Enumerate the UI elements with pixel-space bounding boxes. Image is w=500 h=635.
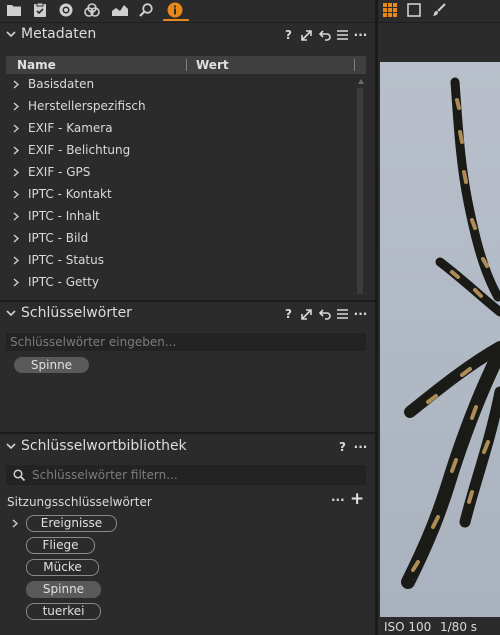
chevron-right-icon[interactable] <box>13 190 19 199</box>
viewer-toolbar <box>378 0 500 23</box>
metadata-row-label: EXIF - GPS <box>28 165 91 179</box>
metadata-row-iptc-bild[interactable]: IPTC - Bild <box>6 228 351 250</box>
clipboard-check-icon[interactable] <box>32 2 48 18</box>
library-keyword-chip[interactable]: Fliege <box>26 537 95 554</box>
metadata-row-exif-belichtung[interactable]: EXIF - Belichtung <box>6 140 351 162</box>
metadata-row-label: IPTC - Getty <box>28 275 99 289</box>
metadata-row-label: EXIF - Kamera <box>28 121 113 135</box>
chevron-right-icon[interactable] <box>13 212 19 221</box>
list-icon[interactable] <box>336 307 349 321</box>
single-view-icon[interactable] <box>407 3 421 17</box>
list-icon[interactable] <box>336 28 349 42</box>
metadata-row-label: IPTC - Bild <box>28 231 89 245</box>
help-icon[interactable]: ? <box>282 28 295 42</box>
status-bar: ISO 100 1/80 s <box>378 617 500 635</box>
more-icon[interactable]: ··· <box>354 440 368 454</box>
keyword-library-panel-header[interactable]: Schlüsselwortbibliothek ? ··· <box>0 435 375 459</box>
reset-icon[interactable] <box>318 28 331 42</box>
chevron-right-icon[interactable] <box>13 278 19 287</box>
scrollbar-thumb[interactable] <box>357 88 363 294</box>
chevron-down-icon[interactable] <box>6 308 16 318</box>
metadata-row-basisdaten[interactable]: Basisdaten <box>6 74 351 96</box>
keywords-panel-header[interactable]: Schlüsselwörter ? ··· <box>0 302 375 326</box>
metadata-row-label: IPTC - Inhalt <box>28 209 100 223</box>
keyword-input[interactable]: Schlüsselwörter eingeben... <box>6 333 366 351</box>
chevron-right-icon[interactable] <box>13 80 19 89</box>
library-keyword-chip[interactable]: Mücke <box>26 559 99 576</box>
column-value-header[interactable]: Wert <box>196 58 229 72</box>
more-icon[interactable]: ··· <box>354 307 368 321</box>
chevron-right-icon[interactable] <box>13 168 19 177</box>
chevron-right-icon[interactable] <box>13 256 19 265</box>
add-icon[interactable]: + <box>350 489 364 509</box>
viewer-header-space <box>378 23 500 62</box>
metadata-row-iptc-inhalt[interactable]: IPTC - Inhalt <box>6 206 351 228</box>
chevron-right-icon[interactable] <box>13 146 19 155</box>
column-name-header[interactable]: Name <box>17 58 56 72</box>
metadata-row-iptc-status[interactable]: IPTC - Status <box>6 250 351 272</box>
brush-icon[interactable] <box>432 3 446 17</box>
reset-icon[interactable] <box>318 307 331 321</box>
column-separator <box>186 59 187 71</box>
session-keywords-group[interactable]: Sitzungsschlüsselwörter ··· + <box>0 489 375 512</box>
metadata-row-iptc-kontakt[interactable]: IPTC - Kontakt <box>6 184 351 206</box>
metadata-row-exif-kamera[interactable]: EXIF - Kamera <box>6 118 351 140</box>
exposure-icon[interactable] <box>112 2 128 18</box>
metadata-row-label: Basisdaten <box>28 77 95 91</box>
search-icon <box>13 469 25 481</box>
keyword-filter-input[interactable]: Schlüsselwörter filtern... <box>6 465 366 485</box>
help-icon[interactable]: ? <box>282 307 295 321</box>
metadata-row-label: Herstellerspezifisch <box>28 99 146 113</box>
column-separator <box>354 59 355 71</box>
more-icon[interactable]: ··· <box>331 493 345 507</box>
metadata-row-herstellerspezifisch[interactable]: Herstellerspezifisch <box>6 96 351 118</box>
keyword-input-placeholder: Schlüsselwörter eingeben... <box>10 335 177 349</box>
panel-divider <box>0 432 375 434</box>
table-header: Name Wert <box>6 56 366 74</box>
keyword-chip[interactable]: Spinne <box>14 357 89 373</box>
spider-photo <box>380 62 500 617</box>
metadata-row-exif-gps[interactable]: EXIF - GPS <box>6 162 351 184</box>
help-icon[interactable]: ? <box>336 440 349 454</box>
metadata-row-label: EXIF - Belichtung <box>28 143 131 157</box>
chevron-right-icon[interactable] <box>12 519 18 528</box>
chevron-right-icon[interactable] <box>13 234 19 243</box>
keyword-library-title: Schlüsselwortbibliothek <box>21 438 187 454</box>
library-keyword-chip[interactable]: tuerkei <box>26 603 101 620</box>
info-icon[interactable] <box>167 2 183 18</box>
color-circles-icon[interactable] <box>84 2 100 18</box>
tool-tab-bar <box>0 0 375 23</box>
lens-icon[interactable] <box>58 2 74 18</box>
metadata-table: Name Wert Basisdaten Herstellerspezifisc… <box>6 56 366 296</box>
metadata-row-label: IPTC - Kontakt <box>28 187 112 201</box>
chevron-down-icon[interactable] <box>6 29 16 39</box>
viewer-area: ISO 100 1/80 s <box>378 0 500 635</box>
keywords-panel-title: Schlüsselwörter <box>21 305 132 321</box>
chevron-down-icon[interactable] <box>6 441 16 451</box>
expand-icon[interactable] <box>300 28 313 42</box>
expand-icon[interactable] <box>300 307 313 321</box>
scroll-up-arrow-icon[interactable] <box>358 79 364 84</box>
metadata-row-iptc-getty[interactable]: IPTC - Getty <box>6 272 351 294</box>
active-tab-indicator <box>163 19 189 21</box>
metadata-row-label: IPTC - Status <box>28 253 104 267</box>
iso-readout: ISO 100 <box>384 620 432 634</box>
keyword-filter-placeholder: Schlüsselwörter filtern... <box>32 468 178 482</box>
magnifier-icon[interactable] <box>138 2 154 18</box>
library-keyword-chip[interactable]: Spinne <box>26 581 101 598</box>
image-viewer[interactable] <box>380 62 500 617</box>
session-keywords-label: Sitzungsschlüsselwörter <box>7 495 152 509</box>
chevron-right-icon[interactable] <box>13 102 19 111</box>
library-keyword-chip[interactable]: Ereignisse <box>26 515 117 532</box>
folder-icon[interactable] <box>6 2 22 18</box>
grid-view-icon[interactable] <box>383 3 397 17</box>
tool-panel: Metadaten ? ··· Name Wert Basisdaten Her… <box>0 0 375 635</box>
chevron-right-icon[interactable] <box>13 124 19 133</box>
more-icon[interactable]: ··· <box>354 28 368 42</box>
shutter-readout: 1/80 s <box>440 620 478 634</box>
metadata-panel-header[interactable]: Metadaten ? ··· <box>0 23 375 47</box>
metadata-panel-title: Metadaten <box>21 26 97 42</box>
